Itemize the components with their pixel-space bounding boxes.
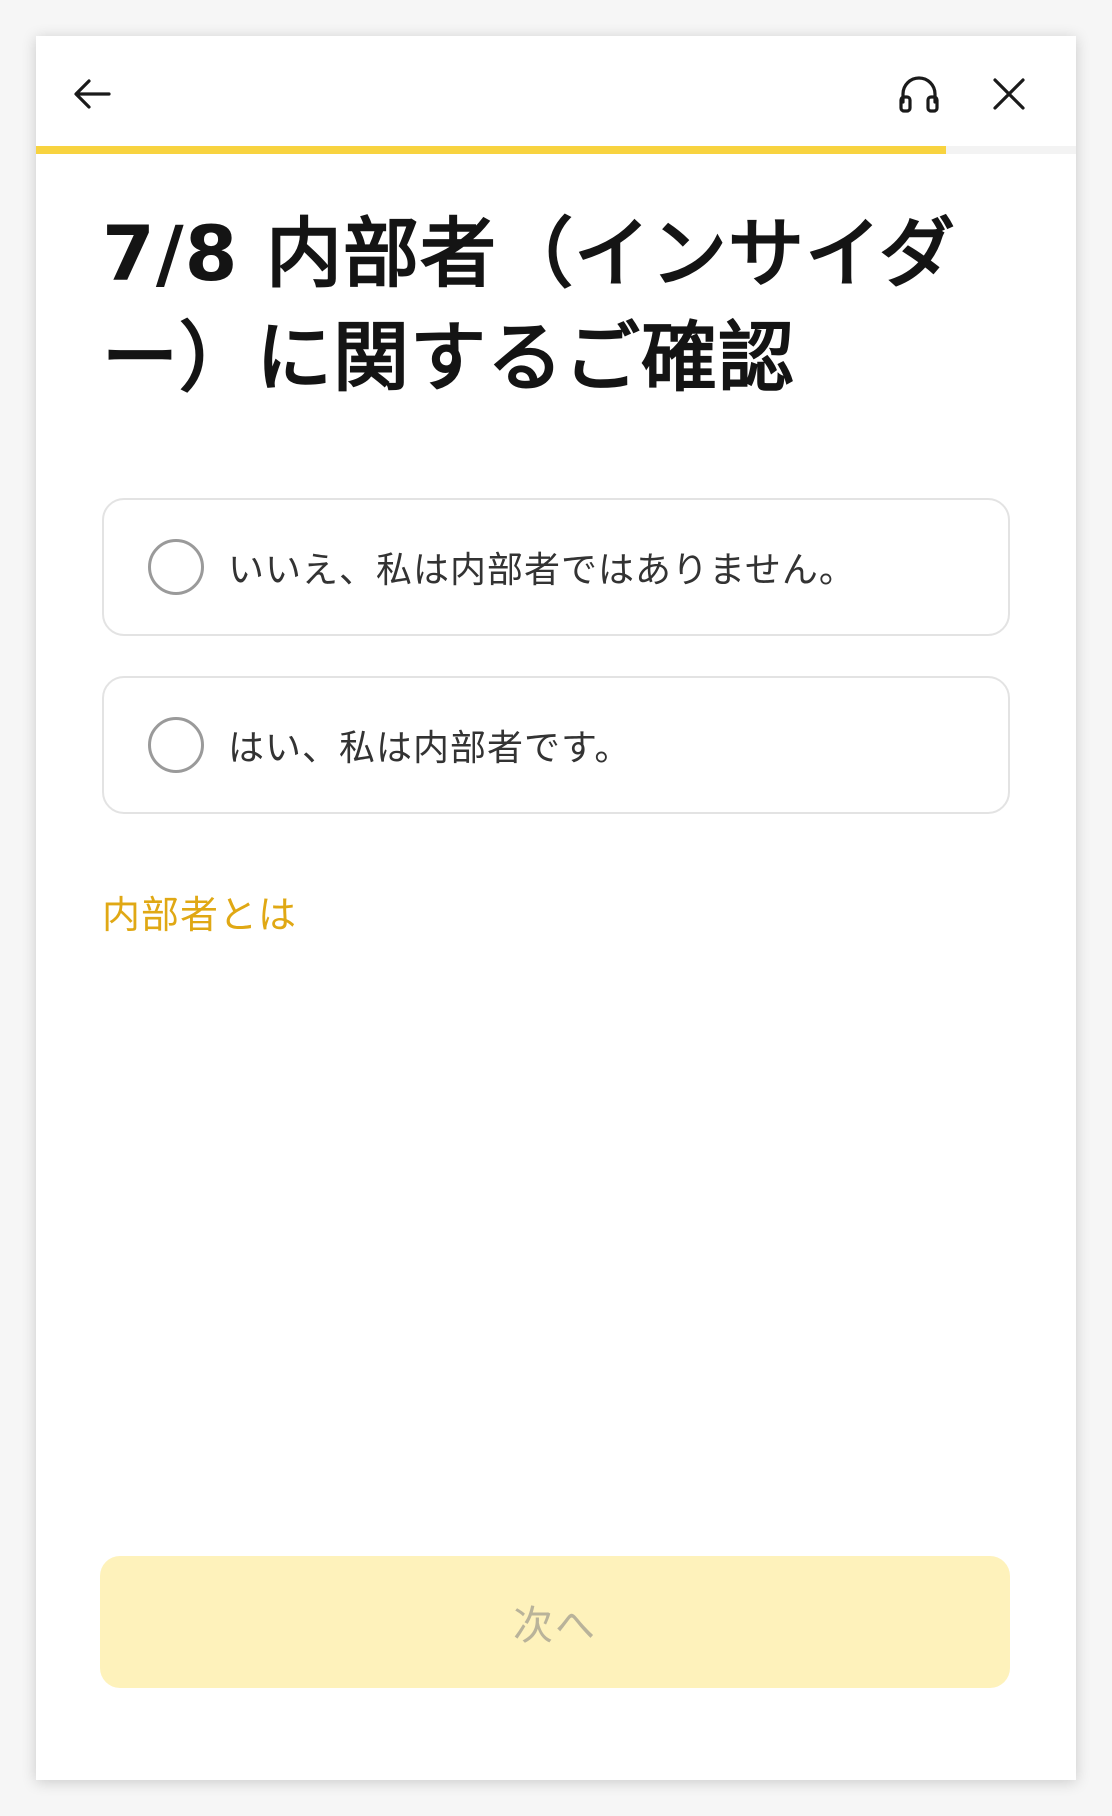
option-no-insider[interactable]: いいえ、私は内部者ではありません。 (102, 498, 1010, 636)
headset-icon (899, 76, 939, 113)
progress-bar (36, 146, 1076, 154)
radio-button[interactable] (148, 717, 204, 773)
screen: 7/8 内部者（インサイダー）に関するご確認 いいえ、私は内部者ではありません。… (36, 36, 1076, 1780)
option-label: いいえ、私は内部者ではありません。 (228, 550, 856, 591)
radio-button[interactable] (148, 539, 204, 595)
close-icon (993, 78, 1025, 110)
option-label: はい、私は内部者です。 (228, 728, 632, 769)
what-is-insider-link[interactable]: 内部者とは (102, 884, 297, 939)
back-button[interactable] (58, 60, 126, 128)
progress-bar-fill (36, 146, 946, 154)
next-button[interactable]: 次へ (100, 1556, 1010, 1688)
close-button[interactable] (975, 60, 1043, 128)
page-title: 7/8 内部者（インサイダー）に関するご確認 (102, 209, 956, 402)
top-bar (36, 36, 1076, 152)
support-button[interactable] (885, 60, 953, 128)
option-yes-insider[interactable]: はい、私は内部者です。 (102, 676, 1010, 814)
back-arrow-icon (74, 79, 111, 109)
